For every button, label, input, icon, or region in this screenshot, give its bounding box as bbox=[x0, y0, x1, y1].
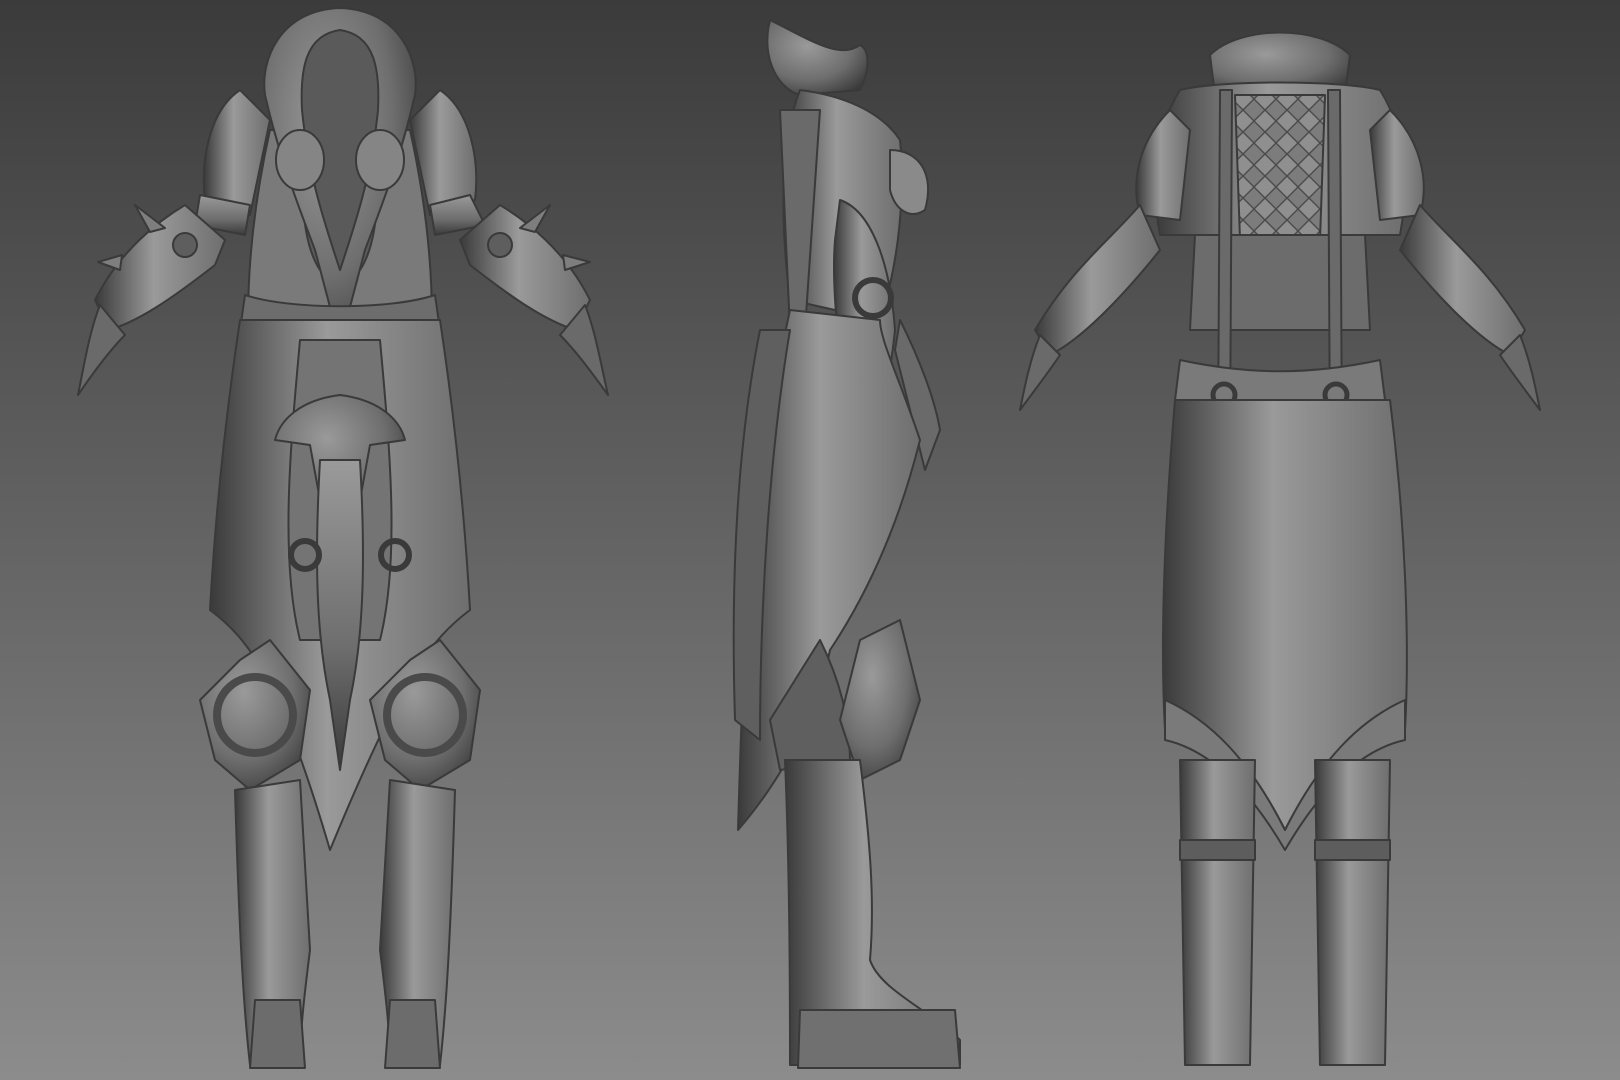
sculpt-canvas bbox=[0, 0, 1620, 1080]
sculpt-viewport[interactable] bbox=[0, 0, 1620, 1080]
